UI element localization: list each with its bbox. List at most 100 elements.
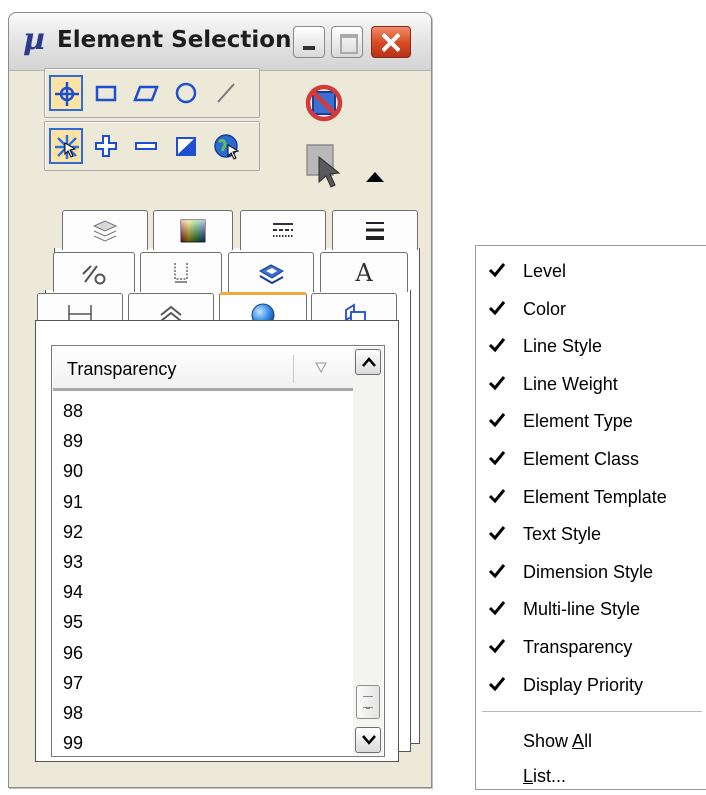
- tab-text-style[interactable]: A: [320, 252, 408, 292]
- collapse-arrow-icon[interactable]: [366, 172, 384, 182]
- checkmark-icon: [488, 639, 506, 654]
- toggle-icon: [214, 134, 240, 160]
- menu-item-transparency[interactable]: Transparency: [476, 628, 706, 666]
- window-title: Element Selection: [57, 27, 292, 53]
- invert-icon: [176, 137, 196, 156]
- menu-item-label: Color: [523, 298, 567, 319]
- menu-separator: [482, 711, 702, 712]
- menu-item-label: Text Style: [523, 524, 602, 545]
- list-item[interactable]: 95: [52, 607, 352, 637]
- tab-levels[interactable]: [62, 210, 148, 250]
- line-icon: [217, 83, 235, 103]
- circle-icon: [175, 82, 197, 104]
- add-selection-tool[interactable]: [89, 128, 123, 164]
- close-button[interactable]: [371, 26, 411, 58]
- add-icon: [95, 135, 117, 157]
- list-item[interactable]: 93: [52, 547, 352, 577]
- menu-item-color[interactable]: Color: [476, 290, 706, 328]
- shape-icon: [133, 85, 159, 102]
- list-item[interactable]: 91: [52, 487, 352, 517]
- text-style-glyph: A: [355, 258, 373, 287]
- menu-item-line-style[interactable]: Line Style: [476, 327, 706, 365]
- checkmark-icon: [488, 375, 506, 391]
- line-weight-icon: [366, 221, 384, 240]
- transparency-list[interactable]: Transparency 88 89 90 91 92 93 94 95 96 97 98 99: [51, 345, 385, 757]
- tab-line-style[interactable]: [240, 210, 326, 250]
- new-selection-icon: [55, 135, 79, 159]
- checkmark-icon: [488, 451, 506, 466]
- menu-item-label: Line Weight: [523, 373, 618, 394]
- list-item[interactable]: 99: [52, 728, 352, 758]
- list-item[interactable]: 96: [52, 638, 352, 668]
- menu-item-element-class[interactable]: Element Class: [476, 440, 706, 478]
- list-item[interactable]: 88: [52, 396, 352, 426]
- color-icon: [180, 219, 206, 242]
- list-item[interactable]: 97: [52, 668, 352, 698]
- scroll-thumb[interactable]: [356, 685, 380, 719]
- scroll-up-button[interactable]: [355, 349, 381, 375]
- menu-item-line-weight[interactable]: Line Weight: [476, 365, 706, 403]
- invert-selection-tool[interactable]: [169, 128, 203, 164]
- title-bar[interactable]: µ Element Selection: [9, 13, 431, 71]
- minimize-button[interactable]: [293, 26, 325, 58]
- menu-item-dimension-style[interactable]: Dimension Style: [476, 553, 706, 591]
- menu-item-label: List...: [523, 766, 567, 786]
- menu-item-label: Element Class: [523, 449, 640, 469]
- microstation-app-icon: µ: [23, 22, 45, 57]
- vertical-scrollbar[interactable]: [353, 347, 383, 755]
- menu-item-label: Display Priority: [523, 674, 644, 695]
- subtract-icon: [135, 142, 157, 150]
- selection-method-toolbar: [44, 68, 260, 118]
- list-item[interactable]: 90: [52, 456, 352, 486]
- menu-item-level[interactable]: Level: [476, 252, 706, 290]
- tab-element-type[interactable]: [53, 252, 135, 292]
- chevron-up-icon: [362, 357, 376, 367]
- menu-item-label: Line Style: [523, 336, 603, 357]
- subtract-selection-tool[interactable]: [129, 128, 163, 164]
- circle-selection-tool[interactable]: [169, 75, 203, 111]
- menu-item-label: Element Template: [523, 486, 667, 507]
- list-item[interactable]: 89: [52, 426, 352, 456]
- line-selection-tool[interactable]: [209, 75, 243, 111]
- clear-selection-button[interactable]: [303, 82, 345, 124]
- menu-item-display-priority[interactable]: Display Priority: [476, 666, 706, 704]
- checkmark-icon: [488, 526, 506, 541]
- levels-icon: [92, 219, 118, 242]
- checkmark-icon: [488, 300, 506, 315]
- block-selection-tool[interactable]: [89, 75, 123, 111]
- menu-item-text-style[interactable]: Text Style: [476, 515, 706, 553]
- menu-item-element-type[interactable]: Element Type: [476, 402, 706, 440]
- maximize-button[interactable]: [331, 26, 363, 58]
- tab-color[interactable]: [153, 210, 233, 250]
- list-item[interactable]: 98: [52, 698, 352, 728]
- menu-item-element-template[interactable]: Element Template: [476, 478, 706, 516]
- list-column-header[interactable]: Transparency: [53, 347, 353, 391]
- list-item[interactable]: 94: [52, 577, 352, 607]
- column-header-label: Transparency: [67, 359, 177, 379]
- scroll-down-button[interactable]: [355, 727, 381, 753]
- menu-item-label: Show All: [523, 731, 593, 751]
- tab-line-weight[interactable]: [332, 210, 418, 250]
- tab-element-class[interactable]: [140, 252, 222, 292]
- menu-item-list[interactable]: List...: [476, 757, 706, 795]
- toggle-selection-tool[interactable]: [209, 128, 243, 164]
- individual-selection-tool[interactable]: [49, 75, 83, 111]
- menu-item-show-all[interactable]: Show All: [476, 722, 706, 760]
- tab-element-template[interactable]: [228, 252, 314, 292]
- list-item[interactable]: 92: [52, 517, 352, 547]
- element-class-icon: [174, 262, 188, 283]
- shape-selection-tool[interactable]: [129, 75, 163, 111]
- selection-mode-toolbar: [44, 121, 260, 171]
- menu-item-multi-line-style[interactable]: Multi-line Style: [476, 590, 706, 628]
- select-all-button[interactable]: [305, 143, 345, 191]
- tab-visibility-context-menu: Show All List... Level Color Line Style Lin…: [475, 245, 706, 790]
- chevron-down-icon: [362, 735, 376, 745]
- menu-item-label: Transparency: [523, 637, 633, 657]
- menu-item-label: Element Type: [523, 411, 633, 432]
- checkmark-icon: [488, 563, 506, 579]
- individual-selection-icon: [55, 82, 79, 106]
- sort-filter-icon[interactable]: [315, 362, 327, 374]
- menu-item-label: Dimension Style: [523, 561, 654, 582]
- new-selection-tool[interactable]: [49, 128, 83, 164]
- clear-selection-icon: [305, 84, 343, 122]
